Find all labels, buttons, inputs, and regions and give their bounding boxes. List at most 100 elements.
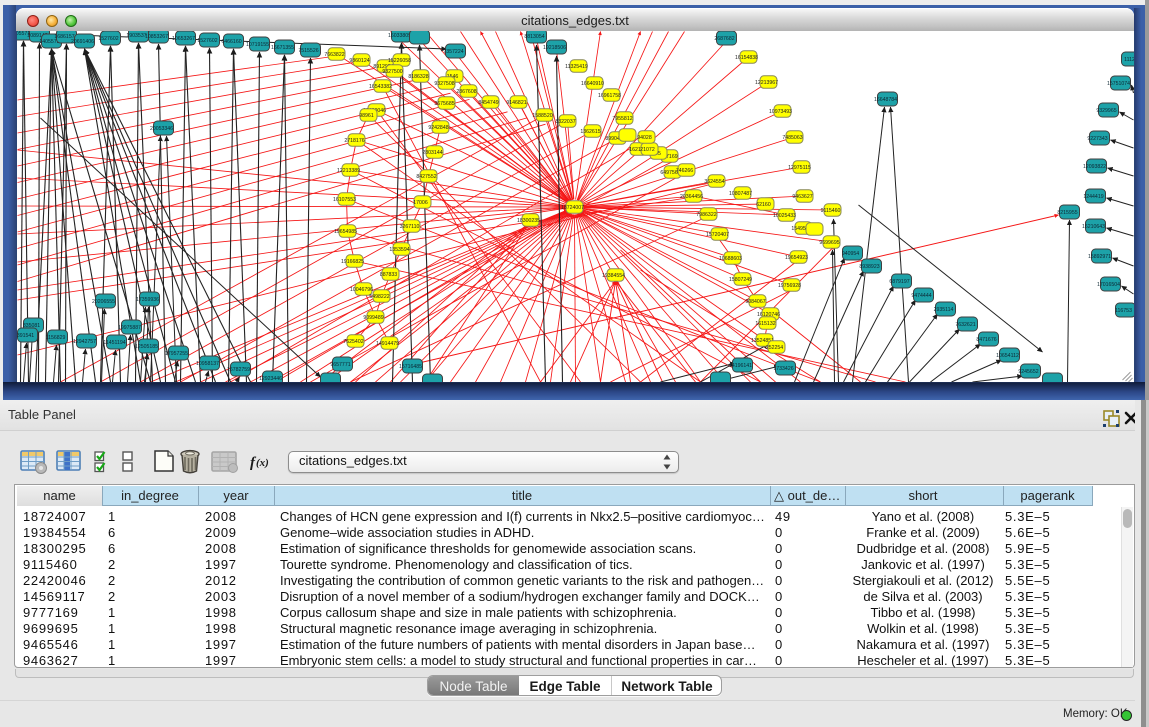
svg-text:1527602: 1527602	[197, 38, 217, 44]
svg-text:10025433: 10025433	[772, 213, 795, 219]
svg-text:16210643: 16210643	[1081, 224, 1104, 230]
svg-text:15807249: 15807249	[728, 277, 751, 283]
svg-text:9860124: 9860124	[349, 58, 369, 64]
svg-text:10719155: 10719155	[245, 42, 268, 48]
svg-text:14196141: 14196141	[728, 363, 751, 369]
svg-text:6466160: 6466160	[221, 39, 241, 45]
svg-text:9474444: 9474444	[911, 293, 931, 299]
svg-text:19654985: 19654985	[333, 229, 356, 235]
svg-text:18300235: 18300235	[516, 218, 539, 224]
svg-text:9463627: 9463627	[792, 194, 812, 200]
svg-text:10046796: 10046796	[349, 287, 372, 293]
svg-text:9327500: 9327500	[382, 69, 402, 75]
svg-text:7485063: 7485063	[782, 135, 802, 141]
svg-text:11451194: 11451194	[103, 340, 125, 346]
svg-text:21072: 21072	[640, 147, 655, 153]
svg-text:16782759: 16782759	[226, 367, 249, 373]
svg-text:16543382: 16543382	[368, 84, 391, 90]
svg-text:7955812: 7955812	[612, 116, 632, 122]
svg-text:9657771: 9657771	[330, 362, 350, 368]
svg-text:8427552: 8427552	[416, 174, 436, 180]
svg-text:8938923: 8938923	[859, 264, 879, 270]
svg-text:19654923: 19654923	[784, 255, 807, 261]
svg-text:16107553: 16107553	[332, 197, 355, 203]
svg-text:15226058: 15226058	[387, 58, 410, 64]
svg-text:20206555: 20206555	[91, 299, 114, 305]
svg-text:10654112: 10654112	[996, 353, 1019, 359]
svg-text:16648784: 16648784	[873, 97, 896, 103]
svg-text:940954: 940954	[841, 251, 858, 257]
svg-text:16033809: 16033809	[387, 33, 410, 39]
svg-text:9227343: 9227343	[1087, 136, 1107, 142]
svg-text:9327508: 9327508	[434, 81, 454, 87]
svg-text:12213389: 12213389	[336, 168, 359, 174]
svg-text:3675685: 3675685	[434, 101, 454, 107]
svg-text:1527602: 1527602	[98, 36, 118, 42]
svg-text:16154838: 16154838	[734, 55, 757, 61]
svg-text:1244419: 1244419	[1083, 194, 1103, 200]
svg-text:11325419: 11325419	[565, 64, 588, 70]
svg-text:20691406: 20691406	[70, 39, 93, 45]
svg-text:9146821: 9146821	[506, 100, 526, 106]
svg-text:7515526: 7515526	[298, 48, 318, 54]
svg-text:7986322: 7986322	[696, 212, 716, 218]
svg-text:9099489: 9099489	[363, 315, 383, 321]
svg-text:16961758: 16961758	[597, 93, 620, 99]
svg-text:16671355: 16671355	[270, 45, 293, 51]
svg-text:8186328: 8186328	[408, 74, 428, 80]
svg-text:16640910: 16640910	[580, 81, 603, 87]
svg-text:17006: 17006	[413, 200, 428, 206]
svg-text:9245652: 9245652	[1018, 369, 1038, 375]
svg-text:12213967: 12213967	[754, 80, 777, 86]
svg-text:2687682: 2687682	[714, 36, 734, 42]
svg-text:7357224: 7357224	[443, 49, 463, 55]
svg-text:19384554: 19384554	[601, 273, 624, 279]
svg-text:9115460: 9115460	[820, 208, 840, 214]
svg-text:391541: 391541	[17, 333, 34, 339]
svg-text:15720407: 15720407	[705, 232, 728, 238]
svg-text:(x): (x)	[256, 457, 269, 469]
svg-text:1156829: 1156829	[45, 335, 65, 341]
svg-text:2935114: 2935114	[933, 307, 953, 313]
svg-text:2718176: 2718176	[344, 138, 364, 144]
svg-text:62160: 62160	[756, 202, 771, 208]
svg-text:14914479: 14914479	[375, 341, 398, 347]
svg-text:19975887: 19975887	[117, 325, 140, 331]
svg-text:1903537: 1903537	[126, 33, 146, 39]
svg-text:10973493: 10973493	[768, 109, 791, 115]
svg-text:252254: 252254	[765, 345, 782, 351]
svg-text:19166825: 19166825	[340, 259, 363, 265]
svg-text:8454749: 8454749	[478, 100, 498, 106]
svg-text:20364456: 20364456	[679, 194, 702, 200]
svg-text:9242848: 9242848	[428, 125, 448, 131]
svg-text:3267110: 3267110	[399, 224, 419, 230]
svg-text:19756928: 19756928	[777, 283, 800, 289]
svg-text:3624554: 3624554	[704, 179, 724, 185]
svg-text:7625402: 7625402	[343, 339, 363, 345]
svg-text:18724007: 18724007	[560, 205, 583, 211]
svg-text:7663822: 7663822	[324, 52, 344, 58]
svg-text:1362615: 1362615	[580, 129, 600, 135]
svg-text:15892971: 15892971	[1087, 254, 1110, 260]
svg-text:12942757: 12942757	[72, 339, 95, 345]
svg-text:9329965: 9329965	[1096, 108, 1116, 114]
svg-text:10807487: 10807487	[728, 191, 751, 197]
svg-text:5498222: 5498222	[369, 294, 389, 300]
svg-text:2867608: 2867608	[456, 89, 476, 95]
svg-text:746266: 746266	[675, 168, 692, 174]
svg-text:7632621: 7632621	[955, 322, 975, 328]
svg-text:12505185: 12505185	[134, 344, 157, 350]
svg-text:1112: 1112	[1124, 57, 1134, 63]
svg-text:10653267: 10653267	[171, 36, 194, 42]
svg-text:8471676: 8471676	[976, 337, 996, 343]
svg-text:8813054: 8813054	[524, 34, 544, 40]
svg-text:8215955: 8215955	[1057, 210, 1077, 216]
svg-text:94028: 94028	[637, 135, 652, 141]
svg-text:12923446: 12923446	[258, 376, 281, 382]
svg-text:1353594: 1353594	[389, 247, 409, 253]
svg-text:10853267: 10853267	[144, 34, 167, 40]
svg-text:15751074: 15751074	[1106, 81, 1129, 87]
svg-text:17957255: 17957255	[164, 351, 187, 357]
svg-text:887833: 887833	[379, 272, 396, 278]
svg-text:2803144: 2803144	[422, 150, 442, 156]
